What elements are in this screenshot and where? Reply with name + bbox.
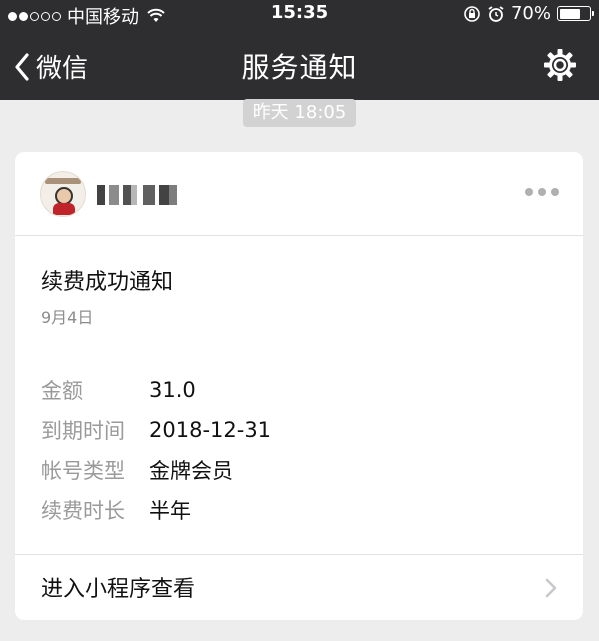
detail-row: 到期时间 2018-12-31 [41, 410, 271, 450]
detail-value: 31.0 [149, 378, 196, 402]
detail-value: 金牌会员 [149, 459, 233, 483]
navigation-bar: 微信 服务通知 [0, 28, 599, 100]
account-name-obscured[interactable] [97, 185, 183, 205]
more-icon[interactable] [525, 188, 559, 196]
status-bar: 中国移动 15:35 70% [0, 0, 599, 28]
detail-value: 半年 [149, 499, 191, 523]
detail-label: 帐号类型 [41, 459, 125, 483]
avatar[interactable] [40, 171, 86, 217]
page-title: 服务通知 [241, 51, 358, 84]
notification-title: 续费成功通知 [41, 270, 174, 295]
open-mini-program-button[interactable]: 进入小程序查看 [15, 554, 583, 620]
detail-label: 到期时间 [41, 419, 125, 443]
chevron-right-icon [545, 578, 557, 598]
detail-label: 金额 [41, 379, 83, 403]
detail-list: 金额 31.0 到期时间 2018-12-31 帐号类型 金牌会员 续费时长 半… [41, 370, 271, 530]
battery-percent: 70% [510, 3, 551, 24]
notification-card: 续费成功通知 9月4日 金额 31.0 到期时间 2018-12-31 帐号类型… [15, 152, 583, 620]
detail-label: 续费时长 [41, 499, 125, 523]
detail-row: 金额 31.0 [41, 370, 271, 410]
open-mini-program-label: 进入小程序查看 [41, 577, 196, 602]
battery-icon [557, 6, 594, 21]
notification-date: 9月4日 [41, 308, 94, 327]
gear-icon[interactable] [543, 48, 577, 82]
detail-row: 帐号类型 金牌会员 [41, 450, 271, 490]
detail-value: 2018-12-31 [149, 418, 272, 442]
card-header [15, 152, 583, 236]
message-timestamp: 昨天 18:05 [243, 99, 356, 127]
detail-row: 续费时长 半年 [41, 490, 271, 530]
alarm-icon [488, 5, 504, 22]
lock-rotation-icon [464, 5, 480, 22]
